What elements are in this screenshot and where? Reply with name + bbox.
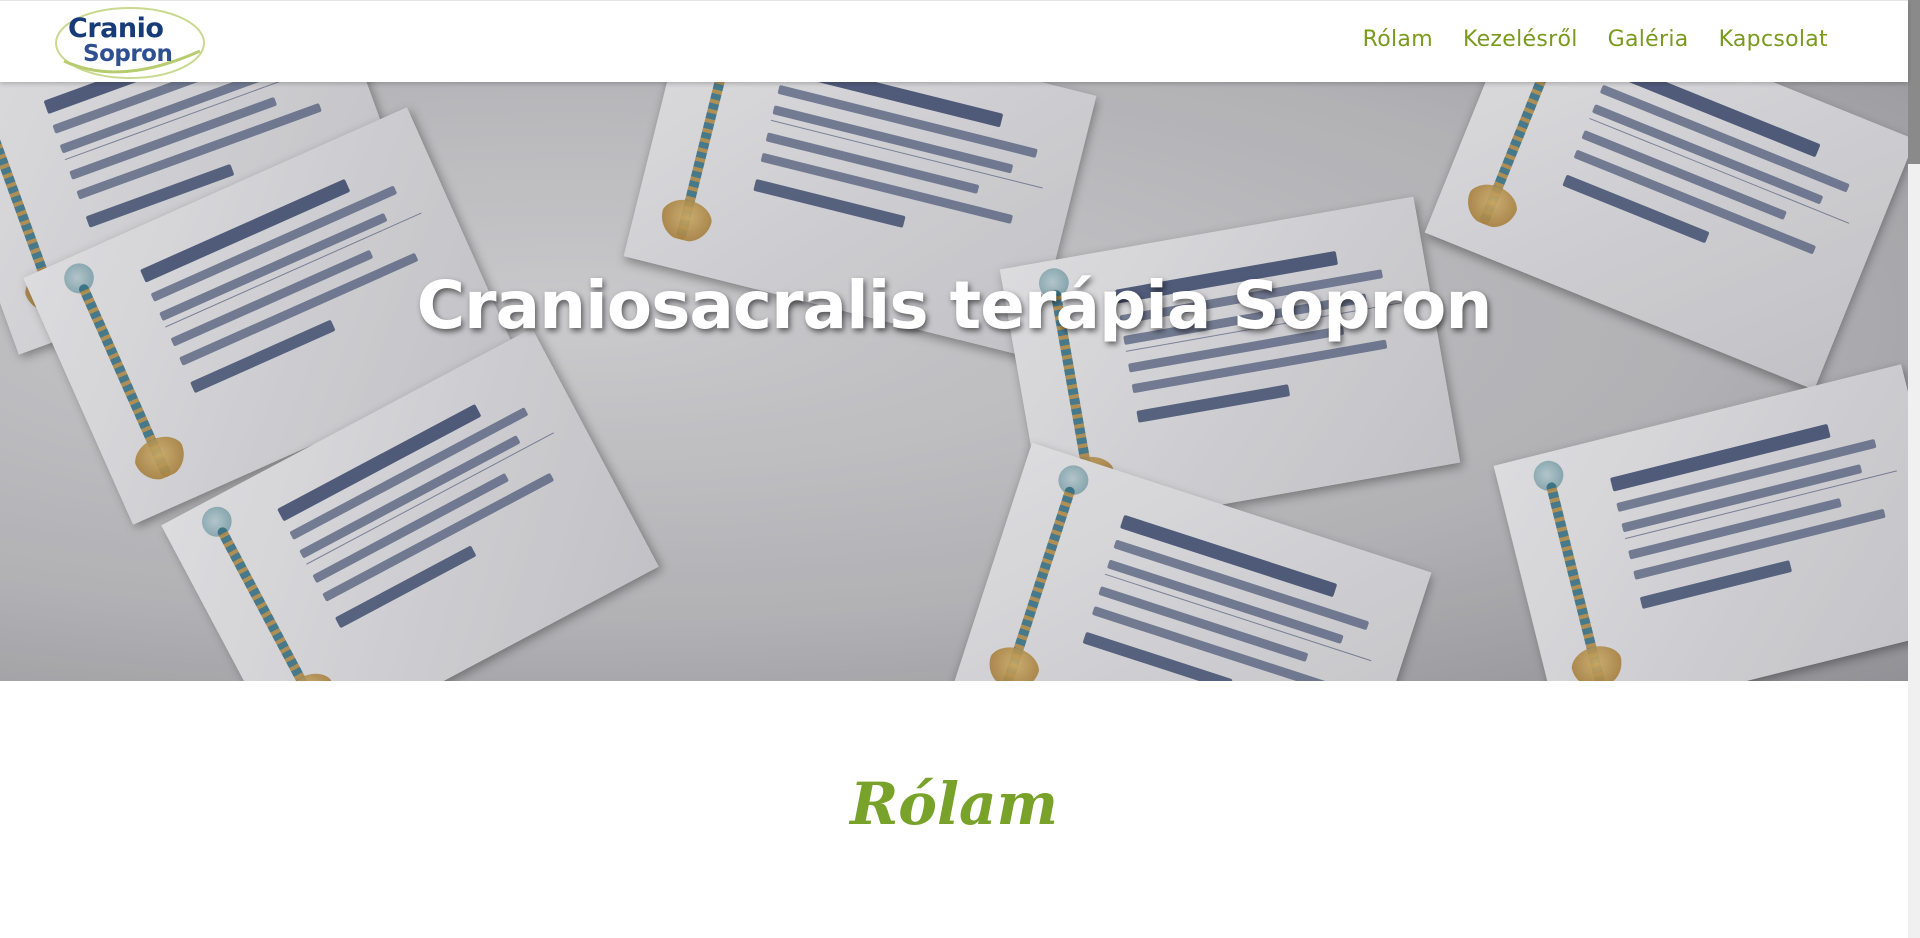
logo-sopron-text: Sopron bbox=[83, 41, 173, 67]
site-header: Cranio Sopron Rólam Kezelésről Galéria K… bbox=[0, 0, 1908, 82]
nav-item-galeria[interactable]: Galéria bbox=[1608, 25, 1689, 55]
logo-cranio-text: Cranio bbox=[68, 13, 164, 44]
nav-item-kapcsolat[interactable]: Kapcsolat bbox=[1719, 25, 1828, 55]
main-nav: Rólam Kezelésről Galéria Kapcsolat bbox=[1363, 25, 1828, 55]
nav-item-kezelesrol[interactable]: Kezelésről bbox=[1463, 25, 1578, 55]
nav-item-rolam[interactable]: Rólam bbox=[1363, 25, 1433, 55]
scrollbar-thumb[interactable] bbox=[1908, 0, 1920, 164]
hero-overlay bbox=[0, 81, 1908, 681]
site-logo[interactable]: Cranio Sopron bbox=[50, 3, 206, 81]
page: Cranio Sopron Rólam Kezelésről Galéria K… bbox=[0, 0, 1920, 938]
page-scrollbar[interactable] bbox=[1908, 0, 1920, 938]
hero-banner: Craniosacralis terápia Sopron bbox=[0, 81, 1908, 681]
section-title-rolam: Rólam bbox=[850, 770, 1058, 838]
hero-title: Craniosacralis terápia Sopron bbox=[416, 267, 1493, 344]
